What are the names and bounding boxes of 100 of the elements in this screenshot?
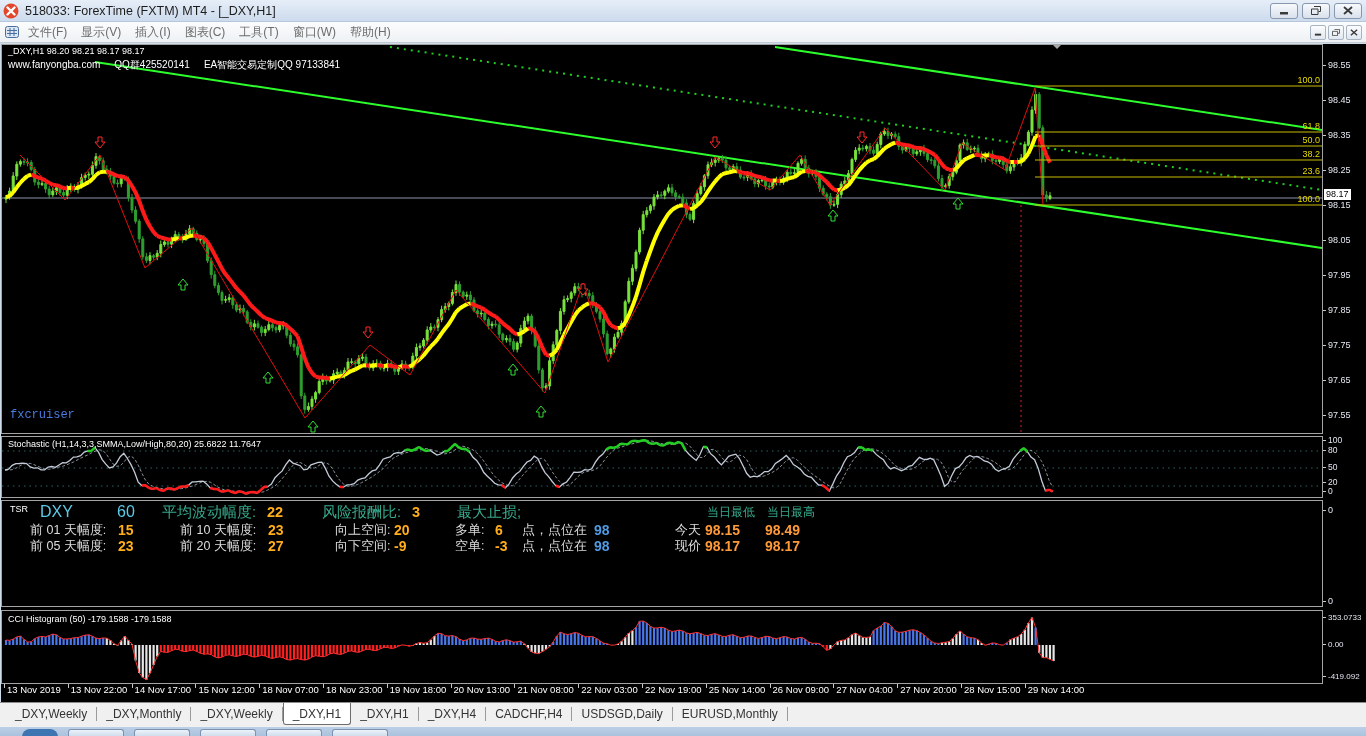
scale-label: 353.0733 bbox=[1323, 613, 1362, 622]
up-arrow-icon bbox=[952, 197, 964, 210]
stat-value: 3 bbox=[412, 504, 422, 520]
stat-label: 最大止损; bbox=[457, 502, 523, 522]
close-button[interactable] bbox=[1334, 2, 1362, 19]
time-axis-label: 22 Nov 03:00 bbox=[578, 684, 638, 702]
up-arrow-icon bbox=[507, 363, 519, 376]
stop-unit-text: 点，点位在 bbox=[522, 521, 588, 539]
indicator-title: Stochastic (H1,14,3,3,SMMA,Low/High,80,20) 25.6822 11.7647 bbox=[8, 439, 261, 449]
minimize-button[interactable] bbox=[1270, 2, 1298, 19]
scale-label: 0.00 bbox=[1323, 640, 1344, 649]
chart-tab[interactable]: EURUSD,Monthly bbox=[672, 707, 788, 721]
scale-label: 80 bbox=[1323, 446, 1338, 455]
menu-item[interactable]: 图表(C) bbox=[177, 24, 233, 40]
chart-info-text: _DXY,H1 98.20 98.21 98.17 98.17 bbox=[8, 46, 145, 56]
restore-icon bbox=[1332, 28, 1340, 36]
chart-tab[interactable]: _DXY,H1 bbox=[351, 707, 419, 721]
scale-label: 100 bbox=[1323, 436, 1343, 445]
time-axis-label: 15 Nov 12:00 bbox=[195, 684, 255, 702]
chart-tab[interactable]: USDSGD,Daily bbox=[572, 707, 673, 721]
up-arrow-icon bbox=[307, 420, 319, 433]
day-high-value: 98.17 bbox=[765, 538, 802, 554]
stat-label: 平均波动幅度: bbox=[162, 502, 258, 522]
price-scale-label: 98.25 bbox=[1323, 165, 1351, 175]
menu-item[interactable]: 显示(V) bbox=[74, 24, 129, 40]
chart-tab[interactable]: CADCHF,H4 bbox=[486, 707, 573, 721]
stop-label: 空单: bbox=[455, 537, 486, 555]
day-label: 今天 bbox=[675, 521, 702, 539]
symbol-text: DXY bbox=[40, 503, 74, 521]
range-value: 27 bbox=[268, 538, 285, 554]
time-axis-label: 13 Nov 22:00 bbox=[67, 684, 128, 702]
up-arrow-icon bbox=[535, 405, 547, 418]
tsr-label: TSR bbox=[10, 504, 29, 514]
scale-label: 0 bbox=[1323, 506, 1333, 515]
stop-unit-text: 点，点位在 bbox=[522, 537, 588, 555]
window-title: 518033: ForexTime (FXTM) MT4 - [_DXY,H1] bbox=[25, 3, 277, 18]
up-arrow-icon bbox=[262, 371, 274, 384]
taskbar-button[interactable] bbox=[266, 729, 322, 736]
day-low-value: 98.15 bbox=[705, 522, 742, 538]
fibonacci-level-label: 38.2 bbox=[1302, 149, 1320, 159]
scale-label: 50 bbox=[1323, 463, 1338, 472]
time-axis-label: 27 Nov 20:00 bbox=[897, 684, 957, 702]
down-arrow-icon bbox=[362, 326, 374, 339]
chart-tab[interactable]: _DXY,Monthly bbox=[97, 707, 192, 721]
time-axis-label: 14 Nov 17:00 bbox=[131, 684, 192, 702]
space-value: 20 bbox=[394, 522, 411, 538]
time-axis-label: 26 Nov 09:00 bbox=[769, 684, 830, 702]
column-header: 当日最高 bbox=[767, 503, 816, 521]
price-scale-label: 97.85 bbox=[1323, 306, 1351, 316]
chart-tab[interactable]: _DXY,Weekly bbox=[191, 707, 283, 721]
restore-button[interactable] bbox=[1328, 24, 1344, 40]
menu-item[interactable]: 插入(I) bbox=[128, 24, 178, 40]
chart-tab[interactable]: _DXY,H4 bbox=[418, 707, 487, 721]
minimize-button[interactable] bbox=[1310, 24, 1326, 40]
up-arrow-icon bbox=[177, 278, 189, 291]
chart-tab[interactable]: _DXY,H1 bbox=[282, 703, 352, 725]
signature-text: fxcruiser bbox=[10, 409, 75, 422]
taskbar-button[interactable] bbox=[68, 729, 124, 736]
down-arrow-icon bbox=[577, 283, 589, 296]
day-high-value: 98.49 bbox=[765, 522, 802, 538]
range-value: 23 bbox=[268, 522, 285, 538]
time-axis-label: 22 Nov 19:00 bbox=[641, 684, 702, 702]
day-low-value: 98.17 bbox=[705, 538, 742, 554]
range-label: 前 20 天幅度: bbox=[180, 537, 258, 555]
close-icon bbox=[1350, 28, 1358, 36]
menu-item[interactable]: 窗口(W) bbox=[285, 24, 343, 40]
time-axis-label: 20 Nov 13:00 bbox=[450, 684, 511, 702]
period-text: 60 bbox=[117, 503, 136, 521]
price-scale-label: 98.05 bbox=[1323, 236, 1351, 245]
close-button[interactable] bbox=[1346, 24, 1362, 40]
range-value: 15 bbox=[118, 522, 135, 538]
price-scale-label: 98.15 bbox=[1323, 200, 1351, 210]
chart-window-icon bbox=[4, 24, 20, 40]
chart-tab[interactable]: _DXY,Weekly bbox=[6, 707, 98, 721]
start-button[interactable] bbox=[22, 729, 58, 736]
ad-text: www.fanyongba.com bbox=[8, 59, 101, 71]
taskbar-button[interactable] bbox=[134, 729, 190, 736]
taskbar-button[interactable] bbox=[200, 729, 256, 736]
scale-label: -419.092 bbox=[1323, 672, 1360, 681]
time-axis-label: 19 Nov 18:00 bbox=[386, 684, 447, 702]
up-arrow-icon bbox=[827, 209, 839, 222]
fibonacci-level-label: 50.0 bbox=[1302, 135, 1320, 145]
stat-label: 风险报酬比: bbox=[322, 502, 403, 522]
indicator-title: CCI Histogram (50) -179.1588 -179.1588 bbox=[8, 614, 172, 624]
price-scale-label: 98.45 bbox=[1323, 95, 1351, 105]
menu-item[interactable]: 帮助(H) bbox=[343, 24, 398, 40]
restore-icon bbox=[1311, 6, 1321, 15]
stop-price-value: 98 bbox=[594, 538, 611, 554]
down-arrow-icon bbox=[856, 131, 868, 144]
taskbar-button[interactable] bbox=[332, 729, 388, 736]
scale-label: 0 bbox=[1323, 487, 1333, 496]
menu-item[interactable]: 文件(F) bbox=[21, 24, 75, 40]
price-scale-label: 97.55 bbox=[1323, 411, 1351, 421]
stop-value: -3 bbox=[495, 538, 509, 554]
stat-value: 22 bbox=[267, 504, 285, 520]
time-axis-label: 18 Nov 07:00 bbox=[259, 684, 319, 702]
restore-button[interactable] bbox=[1302, 2, 1330, 19]
price-scale-label: 97.65 bbox=[1323, 376, 1351, 386]
menu-item[interactable]: 工具(T) bbox=[232, 24, 286, 40]
range-label: 前 01 天幅度: bbox=[30, 521, 108, 539]
